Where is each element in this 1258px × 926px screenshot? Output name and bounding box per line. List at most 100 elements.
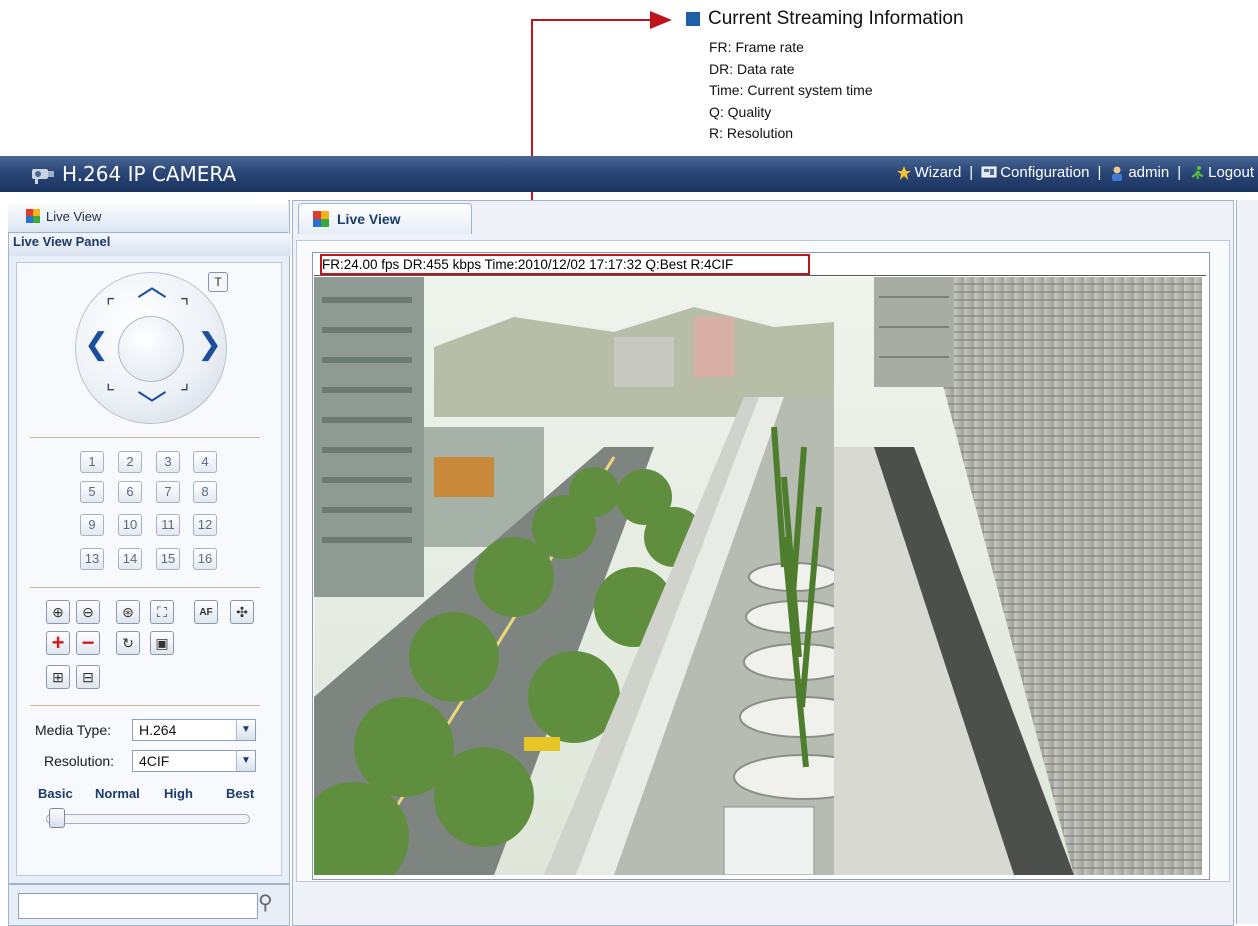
media-type-select[interactable]: H.264 ▼ xyxy=(132,719,256,741)
tour-button[interactable]: T xyxy=(208,272,228,292)
main-bottom-strip xyxy=(296,884,1228,924)
pan-down-button[interactable]: ﹀ xyxy=(137,392,167,422)
preset-button[interactable]: 15 xyxy=(156,548,180,570)
tab-live-view[interactable]: Live View xyxy=(298,203,472,234)
zoom-in-icon: ⊕ xyxy=(52,603,64,620)
nav-separator: | xyxy=(969,164,974,182)
left-panel-tab[interactable]: Live View xyxy=(8,200,288,233)
admin-link[interactable]: admin xyxy=(1109,164,1169,182)
app-title: H.264 IP CAMERA xyxy=(62,162,237,186)
resolution-label: Resolution: xyxy=(44,753,115,769)
stream-info-highlight xyxy=(320,254,810,275)
preset-button[interactable]: 10 xyxy=(118,514,142,536)
quality-slider-thumb[interactable] xyxy=(49,808,65,828)
pan-right-button[interactable]: ❯ xyxy=(197,330,222,360)
preset-button[interactable]: 2 xyxy=(118,451,142,473)
preset-button[interactable]: 9 xyxy=(80,514,104,536)
divider xyxy=(30,587,260,588)
live-video-feed[interactable] xyxy=(314,277,1202,875)
focus-far-button[interactable]: ⊟ xyxy=(76,665,100,689)
preset-button[interactable]: 8 xyxy=(193,481,217,503)
quality-slider-track[interactable] xyxy=(46,814,250,824)
left-tab-label: Live View xyxy=(46,208,102,224)
focus-near-icon: ⊞ xyxy=(52,668,64,685)
media-type-label: Media Type: xyxy=(35,722,112,738)
configuration-label: Configuration xyxy=(1000,164,1090,181)
zoom-out-button[interactable]: ⊖ xyxy=(76,600,100,624)
callout-arrowhead-icon xyxy=(650,11,672,29)
media-type-value: H.264 xyxy=(139,722,177,738)
pan-left-button[interactable]: ❮ xyxy=(84,330,109,360)
live-view-icon xyxy=(313,211,329,227)
iris-button[interactable]: ⊛ xyxy=(116,600,140,624)
remove-button[interactable]: − xyxy=(76,630,100,655)
definition-time: Time: Current system time xyxy=(709,82,873,98)
wizard-star-icon xyxy=(896,166,911,181)
logout-label: Logout xyxy=(1208,164,1254,181)
definition-q: Q: Quality xyxy=(709,103,772,120)
user-icon xyxy=(1112,166,1123,182)
auto-focus-button[interactable]: AF xyxy=(194,600,218,624)
preset-button[interactable]: 13 xyxy=(80,548,104,570)
preset-button[interactable]: 11 xyxy=(156,514,180,536)
resolution-value: 4CIF xyxy=(139,753,170,769)
definition-fr: FR: Frame rate xyxy=(709,39,804,55)
quality-high-label: High xyxy=(164,786,193,801)
chevron-down-icon: ▼ xyxy=(236,720,255,740)
iris-icon: ⊛ xyxy=(122,603,134,620)
annotation-bullet-icon xyxy=(686,12,700,26)
camera-logo-icon xyxy=(32,169,54,184)
right-collapsed-panel xyxy=(1236,200,1258,924)
preset-button[interactable]: 7 xyxy=(156,481,180,503)
search-input[interactable] xyxy=(18,893,258,919)
preset-button[interactable]: 4 xyxy=(193,451,217,473)
annotation-heading: Current Streaming Information xyxy=(686,8,964,30)
snapshot-button[interactable]: ▣ xyxy=(150,631,174,655)
move-icon: ✣ xyxy=(236,603,248,620)
pan-up-left-button[interactable]: ⌜ xyxy=(106,296,115,316)
preset-button[interactable]: 3 xyxy=(156,451,180,473)
rotate-button[interactable]: ↻ xyxy=(116,631,140,655)
zoom-out-icon: ⊖ xyxy=(82,603,94,620)
full-screen-icon: ⛶ xyxy=(157,603,167,620)
preset-button[interactable]: 12 xyxy=(193,514,217,536)
focus-near-button[interactable]: ⊞ xyxy=(46,665,70,689)
wizard-label: Wizard xyxy=(914,164,962,181)
live-view-icon xyxy=(26,209,40,223)
quality-best-label: Best xyxy=(226,786,255,801)
minus-icon: − xyxy=(81,630,95,655)
preset-button[interactable]: 6 xyxy=(118,481,142,503)
search-icon[interactable]: ⚲ xyxy=(258,890,273,914)
pan-up-button[interactable]: ︿ xyxy=(137,272,167,302)
preset-button[interactable]: 16 xyxy=(193,548,217,570)
pan-up-right-button[interactable]: ⌝ xyxy=(180,296,189,316)
preset-button[interactable]: 5 xyxy=(80,481,104,503)
annotation-title: Current Streaming Information xyxy=(708,8,964,29)
snapshot-icon: ▣ xyxy=(155,634,169,651)
divider xyxy=(30,705,260,706)
definition-r: R: Resolution xyxy=(709,125,794,141)
brand: H.264 IP CAMERA xyxy=(30,162,236,186)
preset-button[interactable]: 1 xyxy=(80,451,104,473)
zoom-in-button[interactable]: ⊕ xyxy=(46,600,70,624)
preset-button[interactable]: 14 xyxy=(118,548,142,570)
ptz-home-button[interactable] xyxy=(118,316,184,382)
pan-down-right-button[interactable]: ⌟ xyxy=(180,372,189,392)
add-button[interactable]: + xyxy=(46,630,70,655)
rotate-icon: ↻ xyxy=(122,634,134,651)
pan-down-left-button[interactable]: ⌞ xyxy=(106,372,115,392)
quality-normal-label: Normal xyxy=(95,786,140,801)
resolution-select[interactable]: 4CIF ▼ xyxy=(132,750,256,772)
full-screen-button[interactable]: ⛶ xyxy=(150,600,174,624)
annotation-definitions: FR: Frame rate DR: Data rate Time: Curre… xyxy=(709,37,873,145)
configuration-link[interactable]: Configuration xyxy=(981,164,1089,181)
focus-far-icon: ⊟ xyxy=(82,668,94,685)
logout-link[interactable]: Logout xyxy=(1189,164,1254,181)
logout-running-icon xyxy=(1191,166,1204,180)
configuration-monitor-icon xyxy=(981,166,997,178)
chevron-down-icon: ▼ xyxy=(236,751,255,771)
panel-title: Live View Panel xyxy=(9,234,291,256)
top-navigation: Wizard | Configuration | admin | Logout xyxy=(896,164,1254,182)
wizard-link[interactable]: Wizard xyxy=(896,164,962,181)
move-button[interactable]: ✣ xyxy=(230,600,254,624)
